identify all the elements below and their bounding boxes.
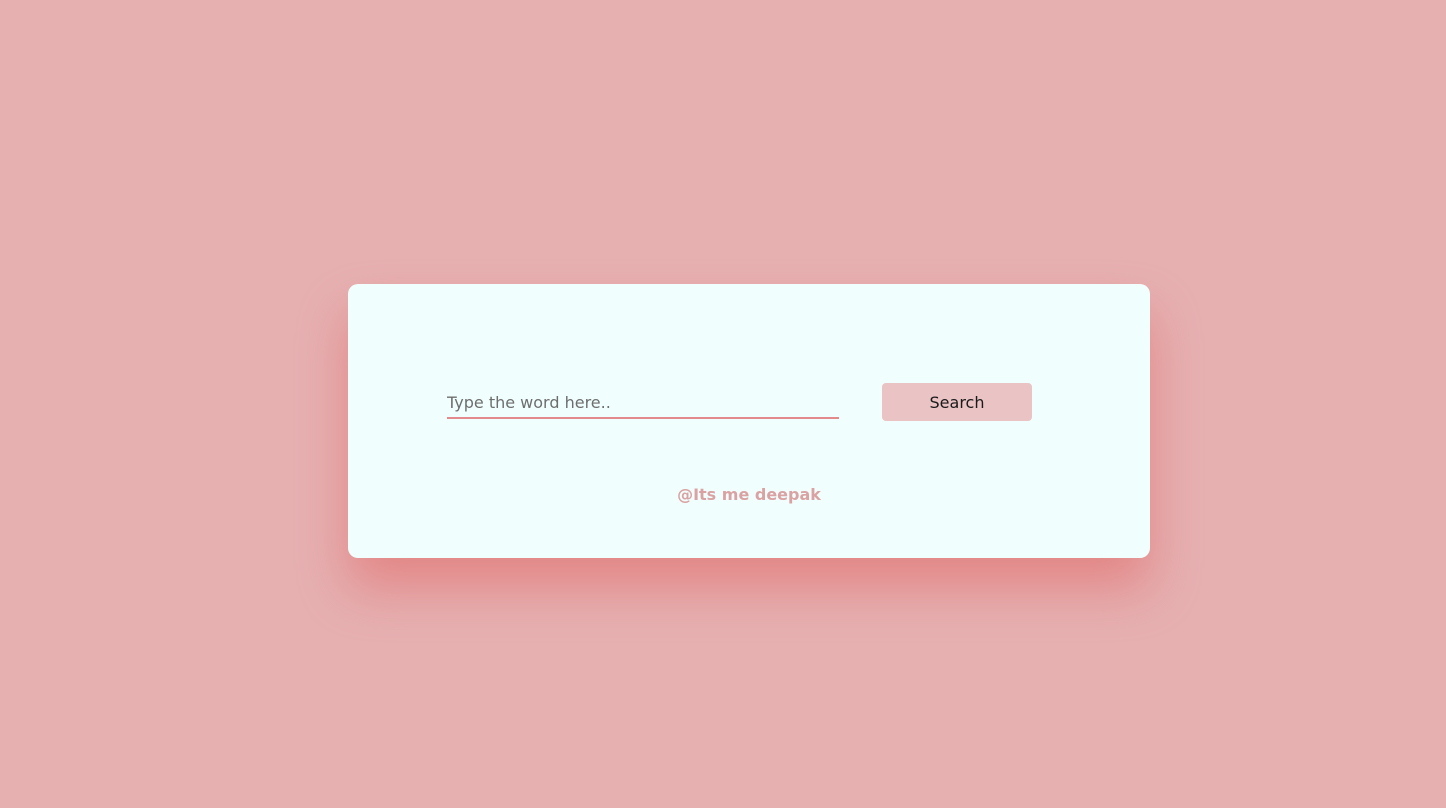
author-credit: @Its me deepak <box>677 485 821 504</box>
page-background: Search @Its me deepak <box>0 0 1446 808</box>
word-search-input[interactable] <box>447 387 839 419</box>
dictionary-card: Search @Its me deepak <box>348 284 1150 558</box>
search-button[interactable]: Search <box>882 383 1032 421</box>
search-row: Search <box>447 383 1033 421</box>
